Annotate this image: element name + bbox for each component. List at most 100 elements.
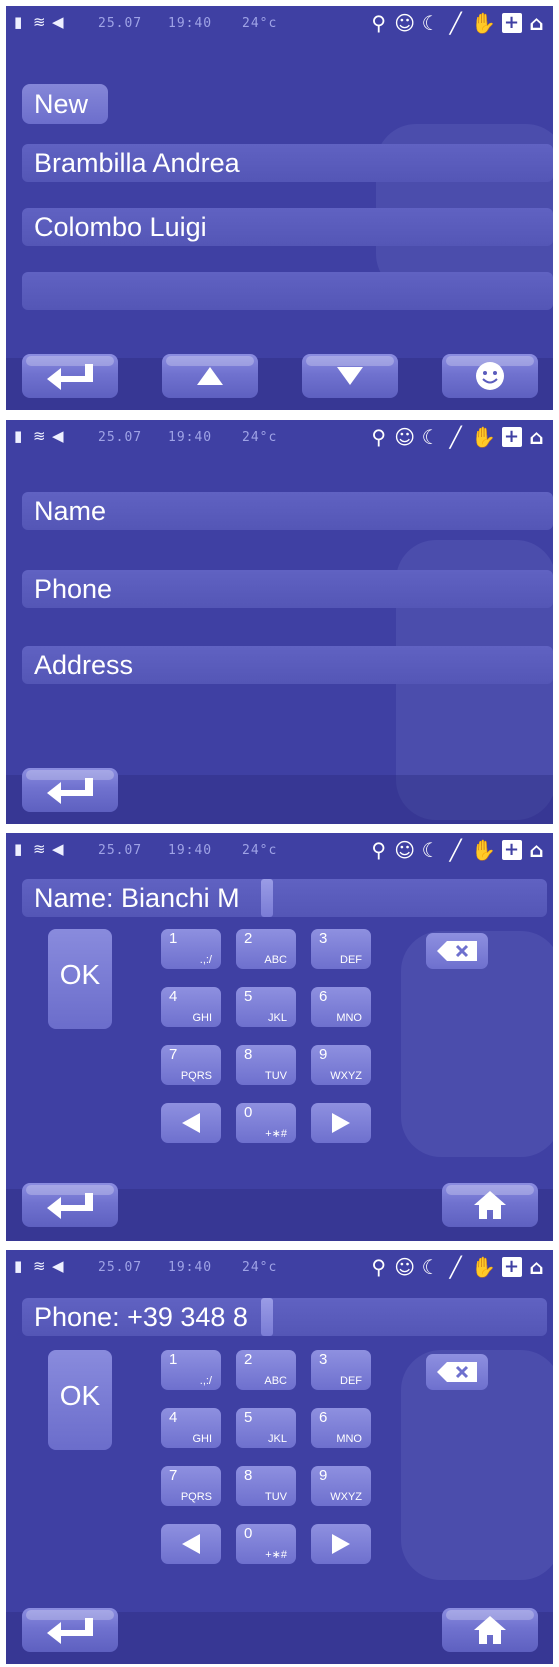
key-digit: 4 (169, 1409, 178, 1426)
status-temp: 24°c (242, 1260, 278, 1275)
key-6[interactable]: 6 MNO (311, 1408, 371, 1448)
key-digit: 9 (319, 1046, 328, 1063)
backspace-button[interactable] (426, 1354, 488, 1390)
new-contact-button[interactable]: New (22, 84, 108, 124)
network-icon[interactable]: ⌂ (527, 838, 547, 862)
plus-icon[interactable]: + (502, 427, 522, 447)
plus-icon[interactable]: + (502, 1257, 522, 1277)
status-date: 25.07 (98, 1260, 143, 1275)
speaker-icon: ◀ (52, 427, 65, 445)
back-button[interactable] (22, 1183, 118, 1227)
contact-row[interactable]: Colombo Luigi (22, 208, 553, 246)
status-time: 19:40 (168, 843, 213, 858)
address-field[interactable]: Address (22, 646, 553, 684)
chat-icon[interactable]: ☺ (394, 838, 416, 862)
key-1[interactable]: 1 .,:/ (161, 1350, 221, 1390)
moon-icon[interactable]: ☾ (421, 11, 441, 35)
pen-icon[interactable]: ╱ (446, 425, 466, 449)
key-0[interactable]: 0 +∗# (236, 1103, 296, 1143)
network-icon[interactable]: ⌂ (527, 425, 547, 449)
contact-row[interactable]: Brambilla Andrea (22, 144, 553, 182)
chat-icon[interactable]: ☺ (394, 1255, 416, 1279)
field-label: Address (34, 650, 134, 680)
search-icon[interactable]: ⚲ (369, 838, 389, 862)
back-icon (47, 778, 93, 804)
hand-icon[interactable]: ✋ (471, 1255, 497, 1279)
ok-button[interactable]: OK (48, 1350, 112, 1450)
status-bar: ▮ ≋ ◀ 25.07 19:40 24°c ⚲ ☺ ☾ ╱ ✋ + ⌂ (6, 420, 553, 454)
phone-input[interactable]: Phone: +39 348 8 (22, 1298, 547, 1336)
moon-icon[interactable]: ☾ (421, 425, 441, 449)
contact-avatar-button[interactable] (442, 354, 538, 398)
pen-icon[interactable]: ╱ (446, 11, 466, 35)
name-field[interactable]: Name (22, 492, 553, 530)
plus-icon[interactable]: + (502, 840, 522, 860)
home-button[interactable] (442, 1608, 538, 1652)
key-8[interactable]: 8 TUV (236, 1466, 296, 1506)
key-5[interactable]: 5 JKL (236, 1408, 296, 1448)
key-letters: JKL (268, 1012, 287, 1024)
search-icon[interactable]: ⚲ (369, 11, 389, 35)
search-icon[interactable]: ⚲ (369, 1255, 389, 1279)
contact-row[interactable] (22, 272, 553, 310)
backspace-button[interactable] (426, 933, 488, 969)
back-icon (47, 1193, 93, 1219)
network-icon[interactable]: ⌂ (527, 1255, 547, 1279)
key-1[interactable]: 1 .,:/ (161, 929, 221, 969)
cursor-right-button[interactable] (311, 1524, 371, 1564)
network-icon[interactable]: ⌂ (527, 11, 547, 35)
ok-button[interactable]: OK (48, 929, 112, 1029)
cursor-left-button[interactable] (161, 1524, 221, 1564)
home-icon (474, 1191, 506, 1219)
phone-field[interactable]: Phone (22, 570, 553, 608)
back-button[interactable] (22, 1608, 118, 1652)
key-6[interactable]: 6 MNO (311, 987, 371, 1027)
key-4[interactable]: 4 GHI (161, 1408, 221, 1448)
key-5[interactable]: 5 JKL (236, 987, 296, 1027)
key-letters: WXYZ (330, 1070, 362, 1082)
back-icon (47, 364, 93, 390)
status-time: 19:40 (168, 1260, 213, 1275)
key-9[interactable]: 9 WXYZ (311, 1466, 371, 1506)
pen-icon[interactable]: ╱ (446, 1255, 466, 1279)
status-time: 19:40 (168, 16, 213, 31)
key-8[interactable]: 8 TUV (236, 1045, 296, 1085)
input-value: Phone: +39 348 8 (34, 1302, 248, 1332)
moon-icon[interactable]: ☾ (421, 1255, 441, 1279)
chat-icon[interactable]: ☺ (394, 11, 416, 35)
smiley-icon (476, 362, 504, 390)
key-7[interactable]: 7 PQRS (161, 1045, 221, 1085)
scroll-down-button[interactable] (302, 354, 398, 398)
hand-icon[interactable]: ✋ (471, 425, 497, 449)
back-button[interactable] (22, 354, 118, 398)
chat-icon[interactable]: ☺ (394, 425, 416, 449)
key-2[interactable]: 2 ABC (236, 1350, 296, 1390)
key-letters: JKL (268, 1433, 287, 1445)
key-0[interactable]: 0 +∗# (236, 1524, 296, 1564)
hand-icon[interactable]: ✋ (471, 11, 497, 35)
pen-icon[interactable]: ╱ (446, 838, 466, 862)
key-4[interactable]: 4 GHI (161, 987, 221, 1027)
name-input[interactable]: Name: Bianchi M (22, 879, 547, 917)
back-button[interactable] (22, 768, 118, 812)
cursor-right-button[interactable] (311, 1103, 371, 1143)
key-3[interactable]: 3 DEF (311, 929, 371, 969)
home-button[interactable] (442, 1183, 538, 1227)
key-7[interactable]: 7 PQRS (161, 1466, 221, 1506)
scroll-up-button[interactable] (162, 354, 258, 398)
cursor-left-button[interactable] (161, 1103, 221, 1143)
input-value: Name: Bianchi M (34, 883, 240, 913)
status-date: 25.07 (98, 16, 143, 31)
key-digit: 0 (244, 1525, 253, 1542)
key-3[interactable]: 3 DEF (311, 1350, 371, 1390)
key-letters: GHI (192, 1433, 212, 1445)
hand-icon[interactable]: ✋ (471, 838, 497, 862)
key-2[interactable]: 2 ABC (236, 929, 296, 969)
speaker-icon: ◀ (52, 1257, 65, 1275)
key-9[interactable]: 9 WXYZ (311, 1045, 371, 1085)
search-icon[interactable]: ⚲ (369, 425, 389, 449)
key-digit: 9 (319, 1467, 328, 1484)
right-icon (332, 1113, 350, 1133)
plus-icon[interactable]: + (502, 13, 522, 33)
moon-icon[interactable]: ☾ (421, 838, 441, 862)
